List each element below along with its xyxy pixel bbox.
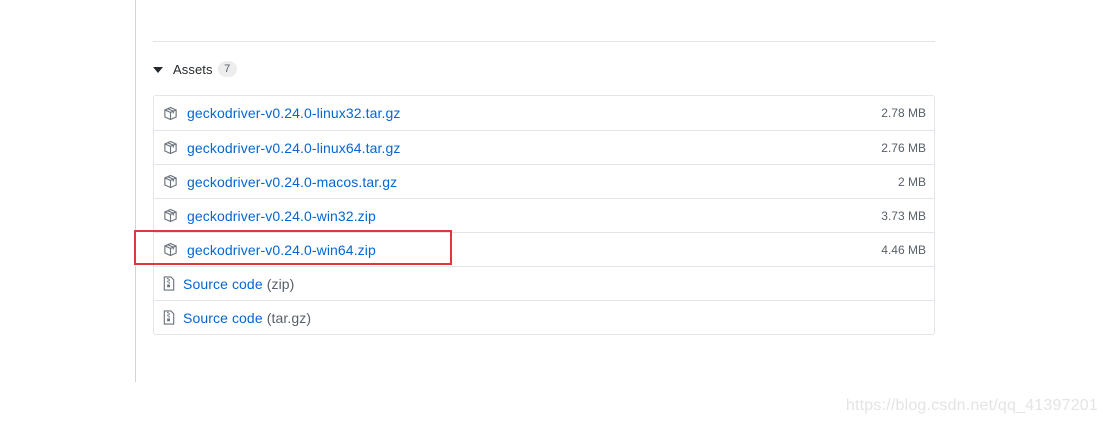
asset-row: geckodriver-v0.24.0-linux32.tar.gz 2.78 …: [154, 96, 934, 130]
asset-size: 2.76 MB: [881, 140, 926, 155]
package-icon: [163, 208, 178, 224]
assets-title: Assets: [173, 61, 213, 77]
section-divider: [153, 41, 935, 42]
watermark: https://blog.csdn.net/qq_41397201: [845, 397, 1098, 414]
source-format: (tar.gz): [266, 309, 312, 326]
asset-row: geckodriver-v0.24.0-macos.tar.gz 2 MB: [154, 164, 934, 198]
source-row: Source code (tar.gz): [154, 300, 934, 334]
asset-row: geckodriver-v0.24.0-win32.zip 3.73 MB: [154, 198, 934, 232]
source-format: (zip): [266, 275, 295, 292]
file-zip-icon: [163, 310, 175, 326]
asset-size: 4.46 MB: [881, 242, 926, 257]
assets-toggle[interactable]: Assets 7: [153, 59, 237, 79]
source-code-label: Source code: [183, 309, 263, 326]
timeline-line: [135, 0, 136, 382]
source-row: Source code (zip): [154, 266, 934, 300]
assets-count-badge: 7: [217, 61, 237, 77]
source-code-label: Source code: [183, 275, 263, 292]
asset-size: 2 MB: [897, 174, 926, 189]
asset-size: 2.78 MB: [881, 106, 926, 120]
asset-row-highlighted: geckodriver-v0.24.0-win64.zip 4.46 MB: [154, 232, 934, 266]
package-icon: [163, 140, 178, 156]
asset-size: 3.73 MB: [881, 208, 926, 223]
assets-list: geckodriver-v0.24.0-linux32.tar.gz 2.78 …: [153, 95, 935, 335]
asset-download-link[interactable]: geckodriver-v0.24.0-win32.zip: [187, 208, 376, 224]
package-icon: [163, 174, 178, 190]
package-icon: [163, 105, 178, 121]
asset-download-link[interactable]: geckodriver-v0.24.0-win64.zip: [187, 242, 376, 258]
file-zip-icon: [163, 276, 175, 292]
release-page: Assets 7 geckodriver-v0.24.0-linux32.tar…: [0, 0, 1104, 422]
asset-row: geckodriver-v0.24.0-linux64.tar.gz 2.76 …: [154, 130, 934, 164]
source-code-targz-link[interactable]: Source code (tar.gz): [183, 310, 311, 326]
package-icon: [163, 242, 178, 258]
caret-down-icon: [153, 66, 163, 73]
asset-download-link[interactable]: geckodriver-v0.24.0-macos.tar.gz: [187, 174, 397, 190]
asset-download-link[interactable]: geckodriver-v0.24.0-linux32.tar.gz: [187, 105, 401, 121]
source-code-zip-link[interactable]: Source code (zip): [183, 276, 294, 292]
asset-download-link[interactable]: geckodriver-v0.24.0-linux64.tar.gz: [187, 140, 401, 156]
